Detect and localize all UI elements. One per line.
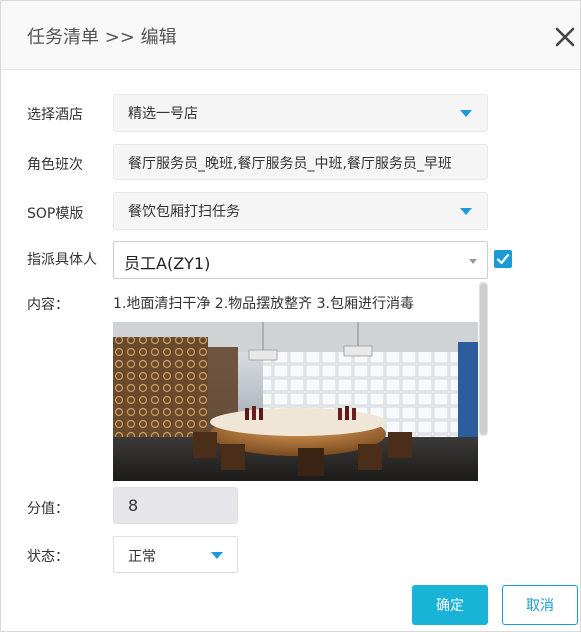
sop-label: SOP模版 (27, 206, 84, 222)
hotel-select-value: 精选一号店 (128, 106, 198, 122)
sop-select-value: 餐饮包厢打扫任务 (128, 204, 240, 220)
status-label: 状态： (27, 549, 69, 565)
assignee-select-value: 员工A(ZY1) (124, 254, 211, 273)
content-label: 内容： (27, 297, 69, 313)
dialog-title: 任务清单 >> 编辑 (27, 27, 177, 48)
content-scrollbar-thumb[interactable] (480, 284, 487, 434)
status-select[interactable]: 正常 (113, 536, 238, 573)
score-input[interactable]: 8 (113, 487, 238, 524)
content-image (113, 322, 478, 481)
assignee-select[interactable]: 员工A(ZY1) (113, 241, 488, 279)
chevron-down-icon (460, 110, 472, 117)
confirm-button[interactable]: 确定 (412, 585, 488, 625)
dialog-header: 任务清单 >> 编辑 (1, 1, 580, 70)
check-icon (496, 253, 510, 265)
shift-label: 角色班次 (27, 157, 83, 173)
sop-select[interactable]: 餐饮包厢打扫任务 (113, 192, 488, 230)
status-select-value: 正常 (128, 549, 156, 565)
cancel-button[interactable]: 取消 (502, 585, 578, 625)
assign-checkbox[interactable] (494, 250, 512, 268)
edit-task-dialog: 任务清单 >> 编辑 选择酒店 精选一号店 角色班次 餐厅服务员_晚班,餐厅服务… (0, 0, 581, 632)
hotel-select[interactable]: 精选一号店 (113, 94, 488, 132)
chevron-down-icon (469, 259, 477, 264)
shift-field-value: 餐厅服务员_晚班,餐厅服务员_中班,餐厅服务员_早班 (128, 156, 452, 172)
shift-field[interactable]: 餐厅服务员_晚班,餐厅服务员_中班,餐厅服务员_早班 (113, 144, 488, 180)
score-input-value: 8 (128, 496, 139, 515)
score-label: 分值： (27, 501, 69, 517)
content-text: 1.地面清扫干净 2.物品摆放整齐 3.包厢进行消毒 (113, 296, 414, 312)
chevron-down-icon (460, 208, 472, 215)
assign-label: 指派具体人 (27, 252, 97, 268)
hotel-label: 选择酒店 (27, 107, 83, 123)
chevron-down-icon (211, 552, 223, 559)
close-icon[interactable] (553, 25, 577, 49)
